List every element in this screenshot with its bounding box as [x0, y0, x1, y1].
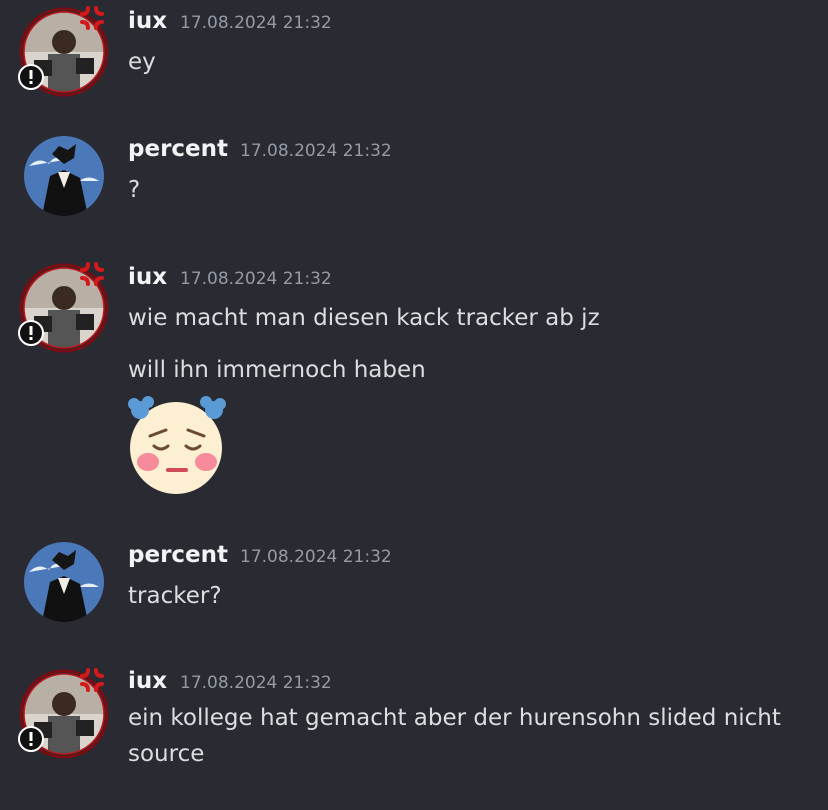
timestamp: 17.08.2024 21:32: [180, 673, 332, 693]
avatar-iux[interactable]: [24, 268, 104, 348]
username[interactable]: iux: [128, 8, 167, 34]
username[interactable]: iux: [128, 264, 167, 290]
message-text: source: [128, 741, 205, 767]
timestamp: 17.08.2024 21:32: [240, 141, 392, 161]
username[interactable]: percent: [128, 542, 228, 568]
message-text: ein kollege hat gemacht aber der hurenso…: [128, 705, 781, 731]
message-text: ?: [128, 177, 141, 203]
message-text: tracker?: [128, 583, 222, 609]
timestamp: 17.08.2024 21:32: [240, 547, 392, 567]
message-text: wie macht man diesen kack tracker ab jz: [128, 305, 600, 331]
timestamp: 17.08.2024 21:32: [180, 269, 332, 289]
username[interactable]: percent: [128, 136, 228, 162]
username[interactable]: iux: [128, 668, 167, 694]
message-text: will ihn immernoch haben: [128, 357, 426, 383]
timestamp: 17.08.2024 21:32: [180, 13, 332, 33]
avatar-iux[interactable]: [24, 12, 104, 92]
avatar-iux[interactable]: [24, 674, 104, 754]
avatar-percent[interactable]: [24, 136, 104, 216]
avatar-percent[interactable]: [24, 542, 104, 622]
message-text: ey: [128, 49, 156, 75]
pensive-clown-bow-emoji[interactable]: [128, 396, 226, 494]
